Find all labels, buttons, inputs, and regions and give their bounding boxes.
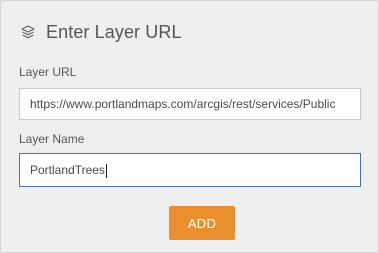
layer-url-value: https://www.portlandmaps.com/arcgis/rest…: [30, 97, 336, 111]
enter-layer-url-panel: Enter Layer URL Layer URL https://www.po…: [0, 0, 379, 253]
panel-header: Enter Layer URL: [19, 19, 182, 45]
layer-name-input[interactable]: PortlandTrees: [19, 153, 361, 187]
layer-name-label: Layer Name: [19, 132, 85, 146]
layers-icon: [19, 23, 37, 41]
layer-url-input[interactable]: https://www.portlandmaps.com/arcgis/rest…: [19, 88, 361, 120]
layer-name-value: PortlandTrees: [30, 163, 105, 177]
add-button[interactable]: ADD: [169, 206, 235, 240]
panel-title: Enter Layer URL: [46, 21, 182, 42]
layer-url-label: Layer URL: [19, 65, 77, 79]
text-caret: [105, 163, 107, 178]
